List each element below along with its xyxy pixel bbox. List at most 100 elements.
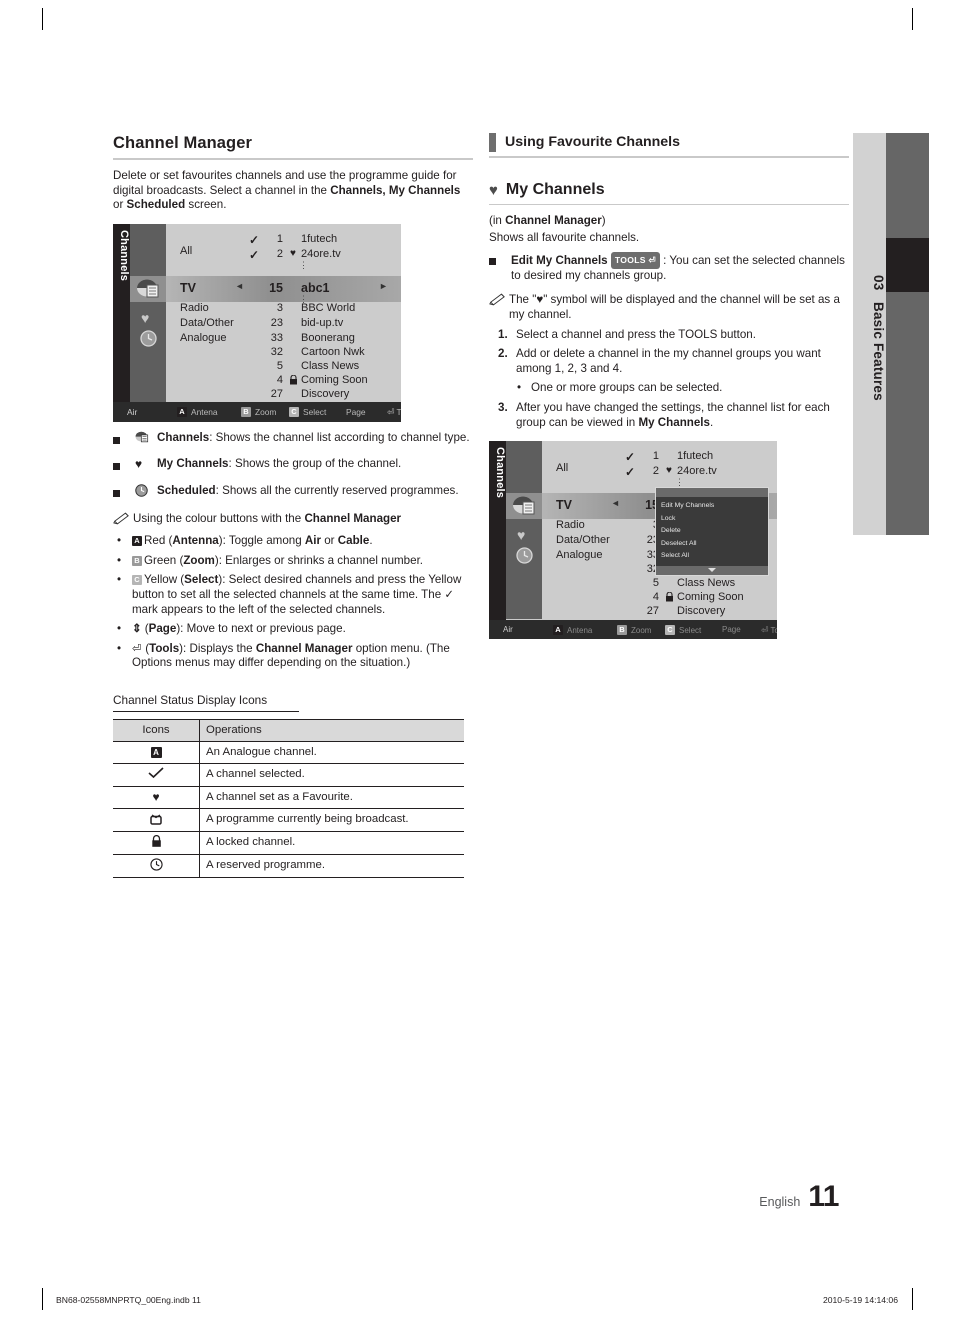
tools-pill-label: TOOLS (614, 255, 646, 266)
heart-icon: ♥ (141, 309, 150, 326)
popup-scroll-down[interactable] (656, 565, 768, 575)
tv2-category-data-other[interactable]: Data/Other (556, 534, 610, 546)
tv2-footer-select-label: Select (679, 625, 702, 635)
table-row: A An Analogue channel. (113, 741, 464, 764)
heart-icon: ♥ (113, 786, 200, 809)
tools-b1: Channel Manager (255, 641, 353, 655)
tv1-number-9: 4 (276, 373, 283, 386)
tv2-name-2[interactable]: 24ore.tv (677, 465, 717, 477)
tv1-name-7[interactable]: Cartoon Nwk (301, 346, 365, 358)
tv2-name-10[interactable]: Discovery (677, 605, 725, 617)
tv2-number-4: 3 (617, 519, 659, 531)
tv1-name-5[interactable]: bid-up.tv (301, 317, 343, 329)
menu-item-edit-my-channels[interactable]: Edit My Channels (661, 500, 768, 513)
tv2-footer-page[interactable]: Page (722, 625, 741, 634)
tv1-footer-select[interactable]: C Select (289, 406, 327, 417)
tv2-name-9[interactable]: Coming Soon (677, 591, 744, 603)
tv2-name-1[interactable]: 1futech (677, 450, 713, 462)
red-key-icon: A (177, 406, 187, 417)
tv1-footer-antena[interactable]: A Antena (177, 406, 218, 417)
channel-status-icons-table: Icons Operations A An Analogue channel. … (113, 718, 464, 878)
green-pre: Green ( (144, 553, 184, 567)
red-mid2: or (321, 534, 338, 548)
tv1-name-9[interactable]: Coming Soon (301, 374, 368, 386)
figure-channel-manager: Channels ♥ All TV Radio Data/Other Analo… (113, 223, 473, 422)
tv2-footer-tools[interactable]: ⏎ Tools (761, 625, 777, 636)
tv2-number-5: 23 (646, 534, 659, 547)
step-3-bold: My Channels (638, 415, 710, 429)
red-mid: ): Toggle among (218, 534, 305, 548)
tv2-antenna-mode[interactable]: Air (503, 625, 513, 634)
menu-item-select-all[interactable]: Select All (661, 550, 768, 563)
green-key-icon: B (132, 555, 142, 566)
tv1-footer-select-label: Select (303, 406, 327, 417)
pencil-icon (489, 293, 509, 322)
tv2-category-analogue[interactable]: Analogue (556, 549, 603, 561)
tv2-category-radio[interactable]: Radio (556, 519, 585, 531)
clock-icon (140, 330, 157, 347)
popup-scroll-up[interactable] (656, 488, 768, 498)
language-label: English (759, 1195, 801, 1209)
tv1-number-10: 27 (270, 387, 283, 400)
tv1-footer-tools[interactable]: ⏎ Tools (387, 407, 401, 418)
bullet-scheduled-term: Scheduled (157, 483, 216, 497)
tv1-footer-page-label: Page (346, 406, 366, 417)
tv1-name-6[interactable]: Boonerang (301, 332, 355, 344)
tv1-category-radio[interactable]: Radio (180, 302, 209, 314)
menu-item-delete[interactable]: Delete (661, 525, 768, 538)
red-pre: Red ( (144, 534, 173, 548)
step-2-number: 2. (498, 347, 508, 361)
menu-item-lock[interactable]: Lock (661, 513, 768, 526)
tv1-name-3[interactable]: abc1 (301, 281, 330, 295)
note-pre: Using the colour buttons with the (133, 511, 305, 525)
tv2-name-8[interactable]: Class News (677, 577, 735, 589)
table-row: A channel selected. (113, 763, 464, 787)
tv1-antenna-mode[interactable]: Air (127, 407, 137, 417)
step-3-text: After you have changed the settings, the… (516, 401, 849, 430)
tv1-footer-zoom[interactable]: B Zoom (241, 406, 276, 417)
tv1-number-5: 23 (270, 316, 283, 329)
menu-item-deselect-all[interactable]: Deselect All (661, 538, 768, 551)
tv1-category-analogue[interactable]: Analogue (180, 332, 227, 344)
tv2-footer-zoom[interactable]: B Zoom (617, 625, 652, 636)
tv1-name-10[interactable]: Discovery (301, 388, 349, 400)
tv2-sidebar: Channels (489, 441, 506, 640)
tv2-footer-select[interactable]: C Select (665, 625, 702, 636)
tv2-footer-zoom-label: Zoom (631, 625, 652, 635)
bullet-my-channels-desc: : Shows the group of the channel. (228, 457, 402, 471)
tools-term: Tools (149, 641, 180, 655)
page-term: Page (148, 622, 177, 636)
tv2-category-tv[interactable]: TV (556, 498, 572, 512)
square-bullet-icon (113, 484, 135, 502)
page-updown-icon: ⇕ (132, 622, 142, 636)
tv2-number-10: 27 (646, 605, 659, 618)
tools-icon: ⏎ (645, 255, 656, 266)
table-header-row: Icons Operations (113, 718, 464, 742)
tv1-category-tv[interactable]: TV (180, 281, 196, 295)
tv1-dots-top: ⋮ (299, 259, 308, 270)
tools-pill-badge[interactable]: TOOLS ⏎ (610, 252, 660, 269)
green-key-icon: B (617, 625, 627, 636)
bullet-scheduled: Scheduled: Shows all the currently reser… (113, 484, 473, 502)
tools-popup-menu[interactable]: Edit My Channels Lock Delete Deselect Al… (655, 487, 769, 576)
tv1-category-all[interactable]: All (180, 245, 192, 257)
tv1-highlight-row (166, 275, 401, 302)
tv1-category-data-other[interactable]: Data/Other (180, 317, 234, 329)
tv1-sidebar-label: Channels (118, 229, 130, 281)
bullet-channels: Channels: Shows the channel list accordi… (113, 431, 473, 449)
colour-button-page: • ⇕ (Page): Move to next or previous page… (113, 622, 473, 637)
tools-icon: ⏎ (761, 625, 769, 636)
my-channels-heading: ♥ My Channels (489, 180, 849, 200)
tv1-name-8[interactable]: Class News (301, 360, 359, 372)
tv1-number-6: 33 (270, 331, 283, 344)
tv1-name-1[interactable]: 1futech (301, 233, 337, 245)
table-cell-operation: A programme currently being broadcast. (199, 808, 464, 832)
tv2-category-all[interactable]: All (556, 462, 568, 474)
tv-screenshot-tools-menu: Channels ♥ All TV Radio Data/Other Analo… (489, 441, 777, 640)
tv1-next-arrow-icon[interactable]: ► (379, 281, 388, 291)
tv1-number-3: 15 (269, 280, 283, 295)
tv1-name-4[interactable]: BBC World (301, 302, 355, 314)
tv1-footer-page[interactable]: Page (346, 407, 366, 417)
tv1-name-2[interactable]: 24ore.tv (301, 248, 341, 260)
tv2-footer-antena[interactable]: A Antena (553, 625, 592, 636)
